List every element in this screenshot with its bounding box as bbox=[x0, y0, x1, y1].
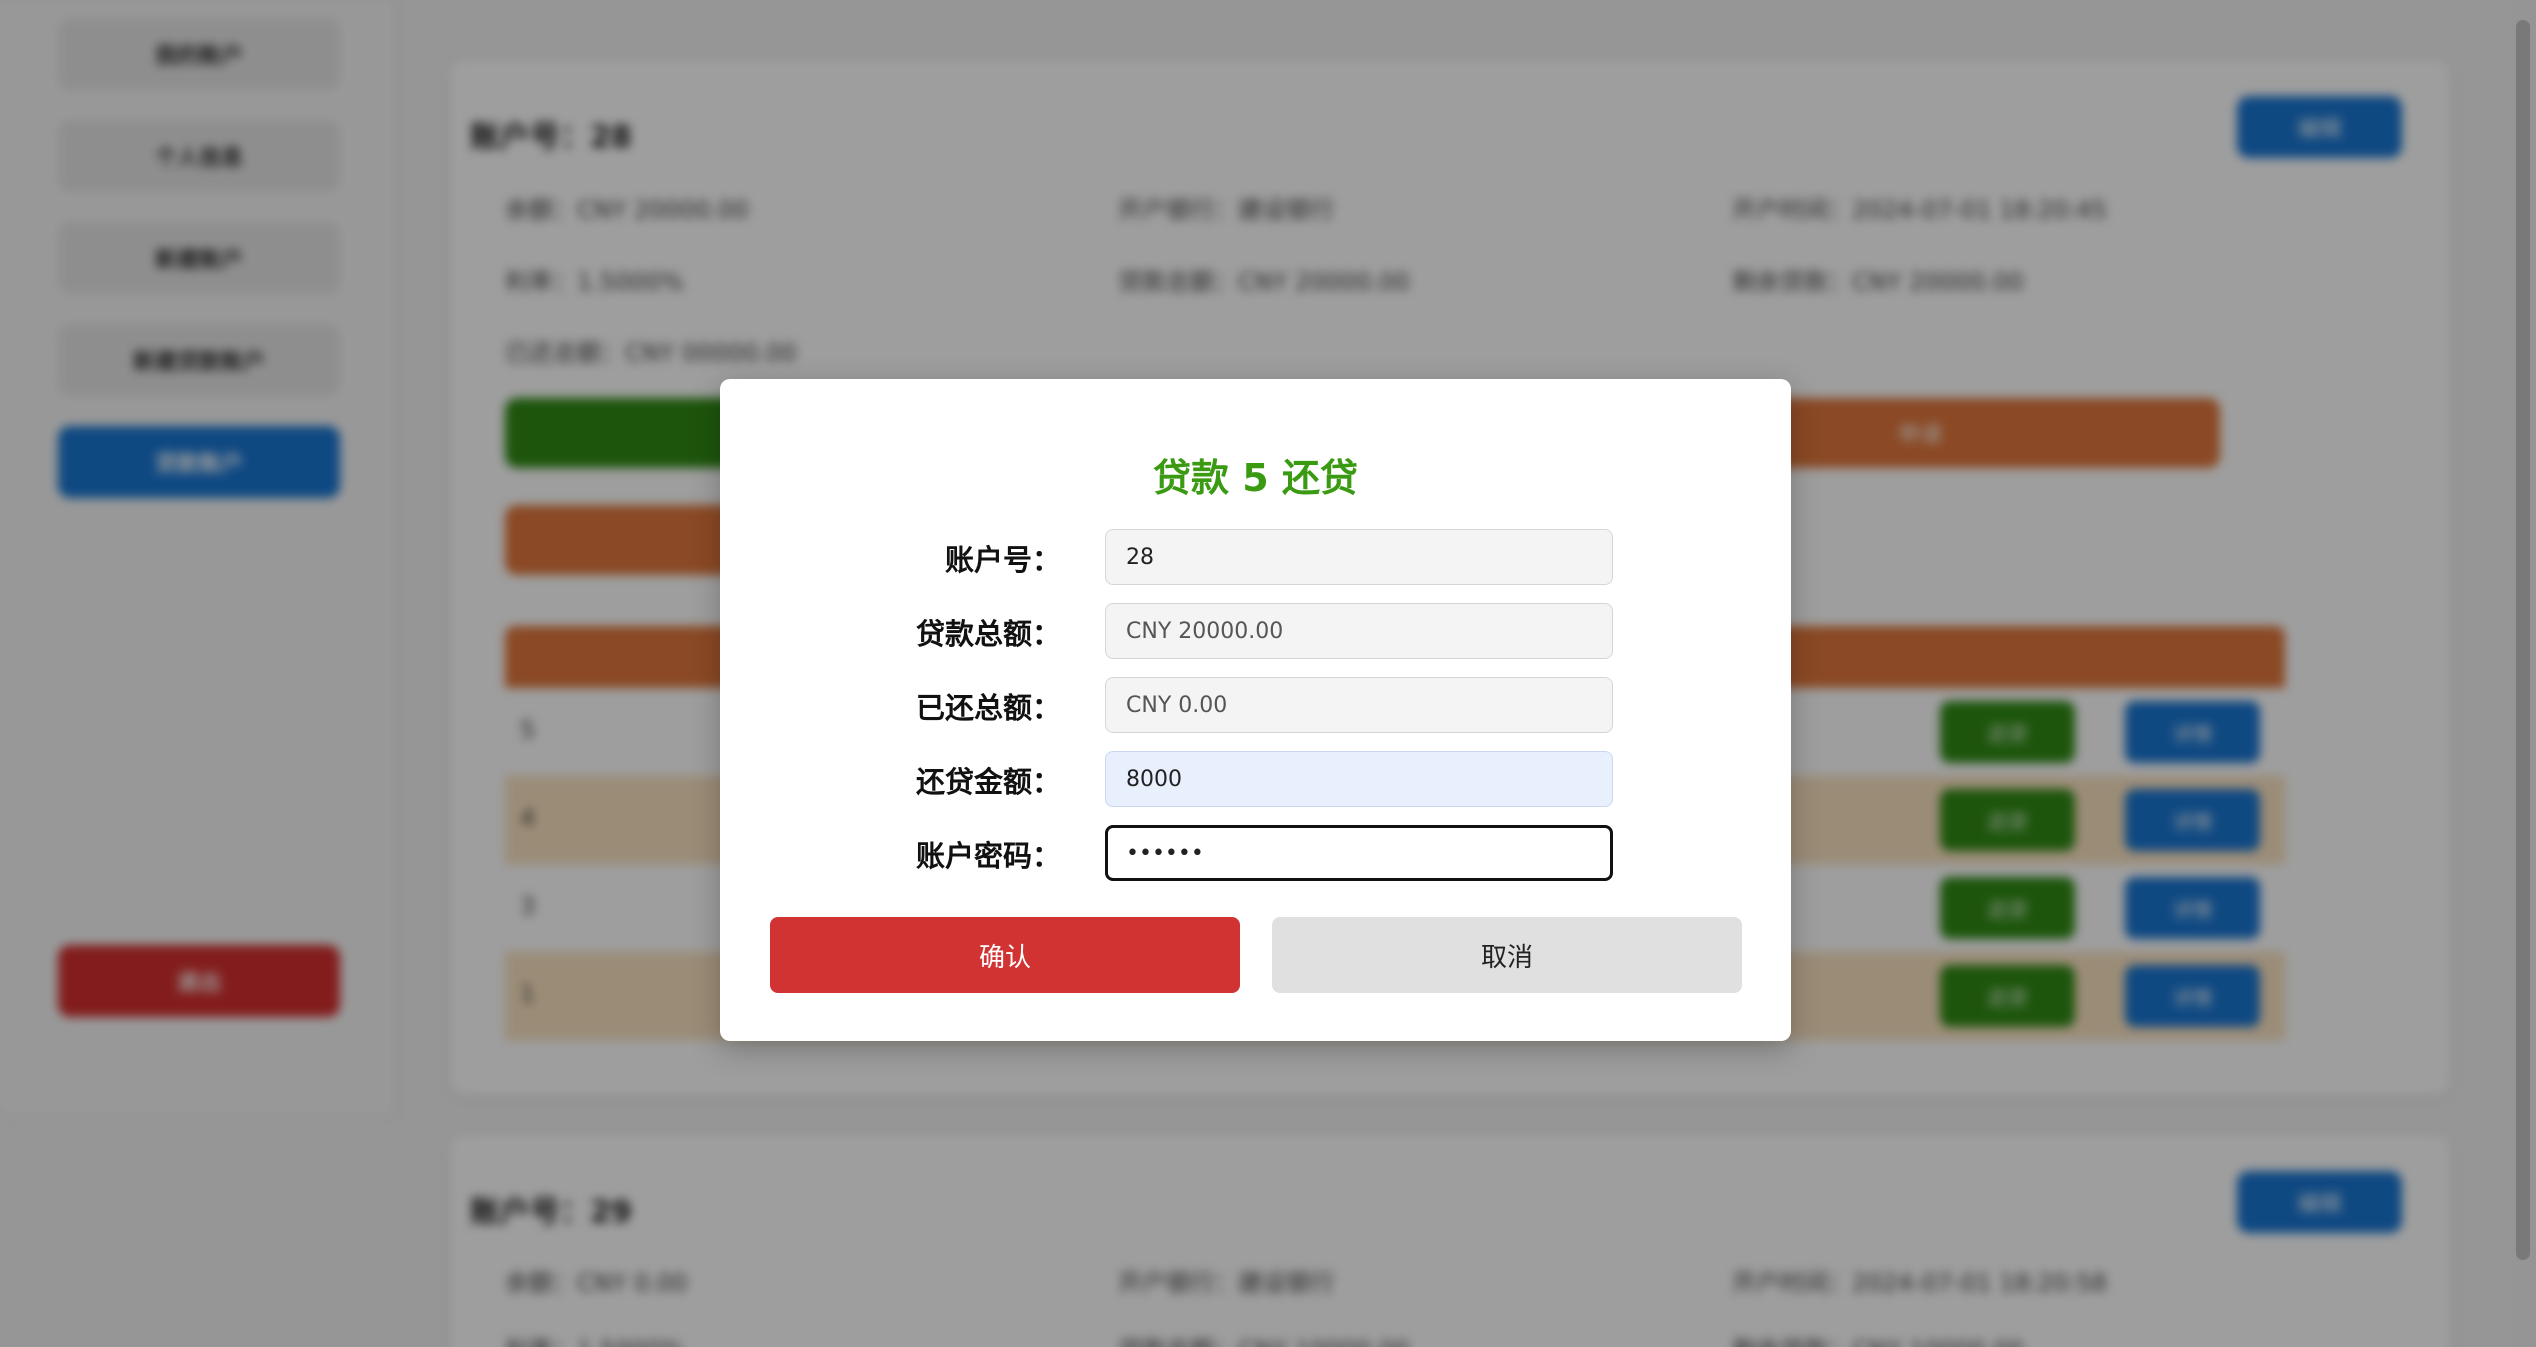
repaid-total-field bbox=[1105, 677, 1613, 733]
password-label: 账户密码： bbox=[915, 839, 1061, 873]
dialog-title: 贷款 5 还贷 bbox=[1153, 456, 1358, 500]
confirm-button[interactable]: 确认 bbox=[770, 917, 1240, 993]
loan-total-label: 贷款总额： bbox=[915, 617, 1061, 651]
account-no-label: 账户号： bbox=[944, 543, 1061, 577]
repaid-total-label: 已还总额： bbox=[915, 691, 1061, 725]
app-viewport: 我的账户 个人信息 新建账户 新建贷款账户 贷款账户 退出 账户号：28 编辑 … bbox=[0, 0, 2536, 1347]
account-no-input[interactable] bbox=[1105, 529, 1613, 585]
repay-amount-input[interactable] bbox=[1105, 751, 1613, 807]
cancel-button[interactable]: 取消 bbox=[1272, 917, 1742, 993]
repay-amount-label: 还贷金额： bbox=[915, 765, 1061, 799]
repay-loan-dialog: 贷款 5 还贷 账户号： 贷款总额： 已还总额： 还贷金额： 账户密码： 确认 … bbox=[720, 379, 1791, 1041]
loan-total-field bbox=[1105, 603, 1613, 659]
password-input[interactable] bbox=[1105, 825, 1613, 881]
